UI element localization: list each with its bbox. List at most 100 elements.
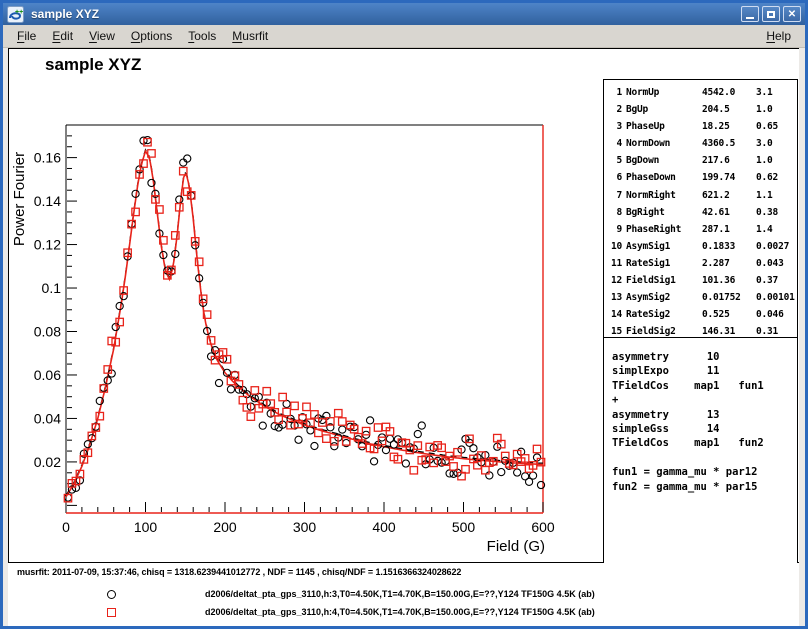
menubar: FileEditViewOptionsToolsMusrfit Help [3,25,805,48]
parameter-val: 204.5 [702,101,756,118]
parameter-val: 0.525 [702,306,756,323]
parameter-val: 4360.5 [702,135,756,152]
titlebar[interactable]: ++ sample XYZ ✕ [3,3,805,25]
parameter-row: 15FieldSig2146.310.31 [610,323,797,338]
root-canvas[interactable]: 01002003004005006000.020.040.060.080.10.… [8,48,799,563]
menu-view[interactable]: View [81,27,123,45]
data-point-square [279,393,286,400]
parameter-err: 0.0027 [756,238,797,255]
menu-musrfit[interactable]: Musrfit [224,27,276,45]
parameter-err: 0.046 [756,306,797,323]
y-tick-label: 0.02 [34,454,61,470]
data-point-square [263,388,270,395]
parameter-val: 199.74 [702,169,756,186]
menu-options[interactable]: Options [123,27,180,45]
parameter-val: 621.2 [702,187,756,204]
theory-line: simplExpo 11 [612,364,797,378]
y-tick-label: 0.12 [34,237,61,253]
parameter-name: BgUp [626,101,702,118]
app-window: ++ sample XYZ ✕ FileEditViewOptionsTools… [0,0,808,629]
y-tick-label: 0.1 [42,280,62,296]
parameter-val: 42.61 [702,204,756,221]
theory-line: TFieldCos map1 fun1 [612,379,797,393]
parameter-name: PhaseUp [626,118,702,135]
menu-help[interactable]: Help [758,27,799,45]
menu-edit[interactable]: Edit [44,27,81,45]
y-tick-label: 0.06 [34,367,61,383]
parameter-row: 10AsymSig10.18330.0027 [610,238,797,255]
data-point-square [339,418,346,425]
parameter-num: 6 [610,169,626,186]
data-point-circle [295,436,302,443]
data-point-circle [331,443,338,450]
parameter-num: 1 [610,84,626,101]
data-point-circle [359,443,366,450]
parameter-val: 146.31 [702,323,756,338]
parameter-err: 0.62 [756,169,797,186]
parameter-num: 14 [610,306,626,323]
maximize-button[interactable] [762,6,780,22]
data-point-square [533,445,540,452]
parameter-row: 2BgUp204.51.0 [610,101,797,118]
data-point-circle [514,469,521,476]
parameter-val: 217.6 [702,152,756,169]
parameter-name: PhaseRight [626,221,702,238]
minimize-icon [746,17,754,19]
parameter-err: 3.0 [756,135,797,152]
legend-row: d2006/deltat_pta_gps_3110,h:4,T0=4.50K,T… [8,607,799,619]
data-point-circle [311,442,318,449]
data-point-circle [390,441,397,448]
parameter-name: RateSig1 [626,255,702,272]
plot-title: sample XYZ [45,55,141,75]
minimize-button[interactable] [741,6,759,22]
data-point-circle [418,422,425,429]
data-point-circle [402,460,409,467]
parameter-row: 7NormRight621.21.1 [610,187,797,204]
parameter-err: 0.37 [756,272,797,289]
menu-tools[interactable]: Tools [180,27,224,45]
parameter-num: 10 [610,238,626,255]
data-point-circle [307,427,314,434]
fit-status-text: musrfit: 2011-07-09, 15:37:46, chisq = 1… [17,567,461,577]
parameter-num: 15 [610,323,626,338]
parameter-err: 0.043 [756,255,797,272]
x-tick-label: 200 [213,519,237,535]
y-tick-label: 0.08 [34,323,61,339]
parameter-box: 1NormUp4542.03.12BgUp204.51.03PhaseUp18.… [603,79,798,338]
data-point-circle [215,379,222,386]
data-point-circle [180,159,187,166]
parameter-val: 0.1833 [702,238,756,255]
x-tick-label: 100 [134,519,158,535]
legend-marker-square-icon [107,608,116,617]
theory-box: asymmetry 10simplExpo 11TFieldCos map1 f… [603,338,798,564]
menu-file[interactable]: File [9,27,44,45]
legend-label: d2006/deltat_pta_gps_3110,h:4,T0=4.50K,T… [205,607,595,617]
data-point-square [482,466,489,473]
parameter-row: 6PhaseDown199.740.62 [610,169,797,186]
parameter-name: FieldSig1 [626,272,702,289]
parameter-err: 0.31 [756,323,797,338]
legend-label: d2006/deltat_pta_gps_3110,h:3,T0=4.50K,T… [205,589,595,599]
parameter-err: 1.1 [756,187,797,204]
fit-line-dashed-black [66,150,543,496]
close-icon: ✕ [788,9,796,20]
parameter-row: 8BgRight42.610.38 [610,204,797,221]
parameter-row: 12FieldSig1101.360.37 [610,272,797,289]
window-title: sample XYZ [31,7,741,21]
parameter-val: 101.36 [702,272,756,289]
theory-line: asymmetry 13 [612,408,797,422]
data-point-square [247,413,254,420]
parameter-val: 18.25 [702,118,756,135]
window-content: ++ sample XYZ ✕ FileEditViewOptionsTools… [3,3,805,626]
y-axis-title: Power Fourier [11,152,28,246]
close-button[interactable]: ✕ [783,6,801,22]
parameter-err: 1.0 [756,101,797,118]
data-point-circle [366,417,373,424]
parameter-num: 4 [610,135,626,152]
theory-line: simpleGss 14 [612,422,797,436]
parameter-name: BgRight [626,204,702,221]
y-tick-label: 0.14 [34,193,61,209]
data-point-square [303,403,310,410]
y-tick-label: 0.04 [34,410,61,426]
parameter-num: 9 [610,221,626,238]
